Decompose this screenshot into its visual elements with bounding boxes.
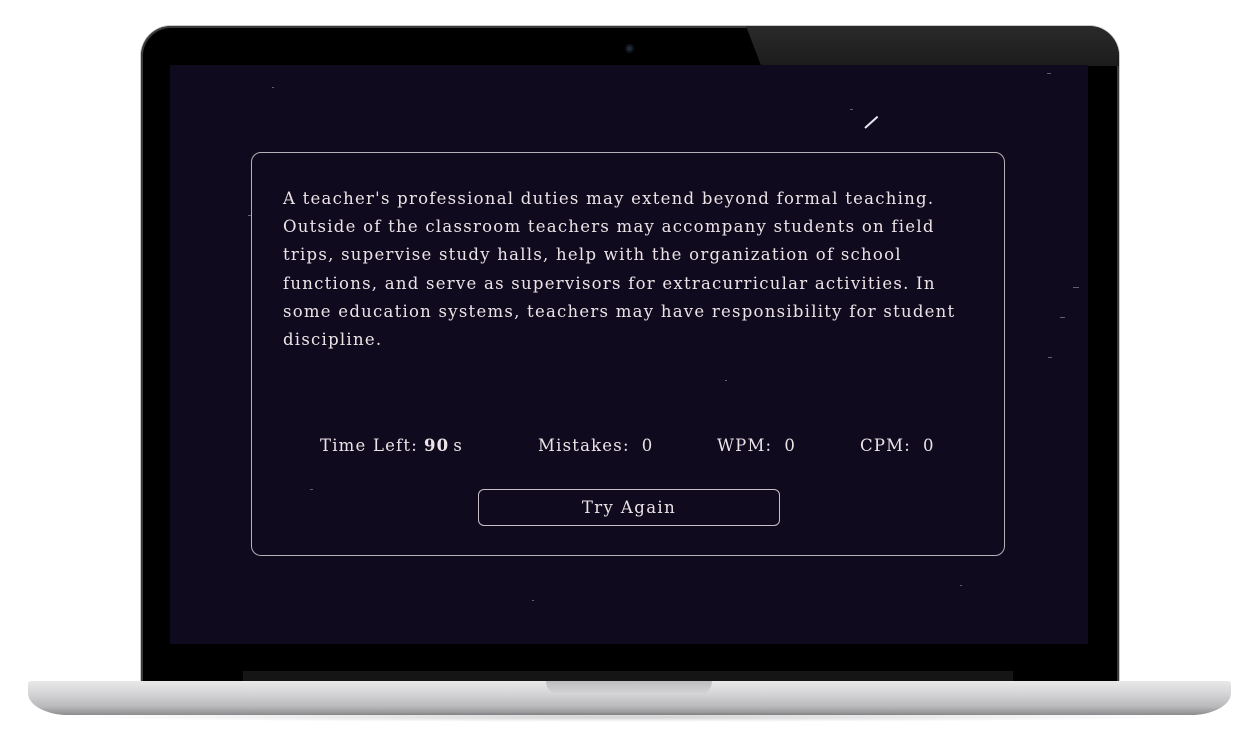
stat-cpm: CPM: 0 (860, 436, 935, 455)
typing-passage[interactable]: A teacher's professional duties may exte… (283, 185, 983, 354)
lid-glare (746, 26, 1119, 66)
cpm-label: CPM: (860, 436, 911, 455)
stats-bar: Time Left: 90 s Mistakes: 0 WPM: 0 CPM: 0 (252, 436, 1004, 460)
laptop-lid: A teacher's professional duties may exte… (141, 26, 1119, 686)
star-decoration (532, 600, 534, 601)
laptop-base (28, 681, 1231, 715)
star-decoration (1048, 357, 1052, 358)
laptop-notch (546, 681, 712, 695)
stat-mistakes: Mistakes: 0 (538, 436, 653, 455)
mistakes-label: Mistakes: (538, 436, 630, 455)
screen: A teacher's professional duties may exte… (170, 65, 1088, 644)
stat-wpm: WPM: 0 (717, 436, 796, 455)
device-mockup: A teacher's professional duties may exte… (0, 0, 1260, 756)
time-left-value: 90 (423, 436, 450, 455)
webcam-icon (625, 44, 634, 53)
star-decoration (1060, 317, 1065, 318)
try-again-button[interactable]: Try Again (478, 489, 780, 526)
star-decoration (272, 87, 274, 88)
star-decoration (1047, 73, 1051, 74)
star-decoration (1073, 287, 1079, 288)
cpm-value: 0 (922, 436, 935, 455)
shooting-star-decoration (864, 115, 879, 129)
star-decoration (960, 585, 962, 586)
time-left-label: Time Left: (320, 436, 418, 455)
typing-test-card: A teacher's professional duties may exte… (251, 152, 1005, 556)
wpm-label: WPM: (717, 436, 773, 455)
time-left-unit: s (453, 436, 464, 455)
wpm-value: 0 (784, 436, 797, 455)
stat-time-left: Time Left: 90 s (320, 436, 463, 455)
laptop-shadow (60, 712, 1200, 722)
mistakes-value: 0 (641, 436, 654, 455)
star-decoration (850, 109, 853, 110)
